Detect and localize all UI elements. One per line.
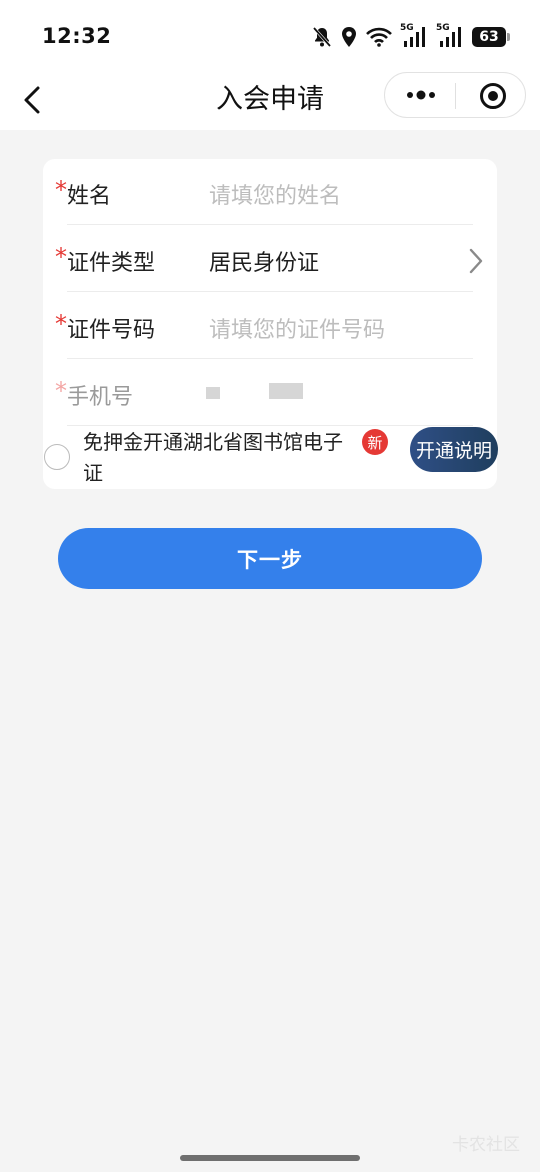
chevron-right-icon[interactable]	[467, 247, 485, 275]
nav-bar: 入会申请	[0, 72, 540, 130]
signal-icon: 5G	[400, 23, 428, 49]
explain-button[interactable]: 开通说明	[410, 427, 498, 472]
capsule-divider	[455, 83, 456, 109]
id-number-input[interactable]: 请填您的证件号码	[209, 312, 385, 344]
target-circle-icon[interactable]	[479, 82, 507, 110]
next-step-button[interactable]: 下一步	[58, 528, 482, 589]
agreement-text: 免押金开通湖北省图书馆电子证	[83, 430, 343, 485]
divider	[67, 291, 473, 292]
new-badge: 新	[362, 429, 388, 455]
battery-icon: 63	[472, 27, 510, 47]
required-mark: *	[55, 243, 67, 271]
status-bar: 12:32 5G 5G 63	[0, 0, 540, 72]
status-icons: 5G 5G 63	[312, 23, 510, 50]
redacted-phone-part	[269, 383, 303, 399]
home-indicator[interactable]	[180, 1155, 360, 1161]
redacted-phone-part	[206, 387, 220, 399]
required-mark: *	[55, 310, 67, 338]
location-icon	[342, 27, 356, 47]
agreement-radio[interactable]	[44, 444, 70, 470]
id-type-label: 证件类型	[67, 251, 156, 276]
divider	[67, 224, 473, 225]
divider	[67, 358, 473, 359]
id-number-label: 证件号码	[67, 318, 156, 343]
phone-label: 手机号	[67, 385, 134, 410]
id-type-field[interactable]: * 证件类型 居民身份证	[43, 226, 497, 292]
mini-program-capsule	[384, 72, 526, 118]
required-mark: *	[55, 377, 67, 405]
bell-off-icon	[312, 27, 332, 47]
status-time: 12:32	[42, 24, 112, 48]
application-form: * 姓名 请填您的姓名 * 证件类型 居民身份证 * 证件号码 请填您的证件号码…	[43, 159, 498, 489]
signal-icon: 5G	[436, 23, 464, 49]
divider	[67, 425, 473, 426]
name-label: 姓名	[67, 184, 112, 209]
name-field[interactable]: * 姓名 请填您的姓名	[43, 159, 497, 225]
id-type-select[interactable]: 居民身份证	[209, 245, 319, 277]
watermark: 卡农社区	[452, 1135, 520, 1155]
more-dots-icon[interactable]	[405, 83, 439, 107]
wifi-icon	[366, 27, 392, 47]
id-number-field[interactable]: * 证件号码 请填您的证件号码	[43, 293, 497, 359]
required-mark: *	[55, 176, 67, 204]
name-input[interactable]: 请填您的姓名	[209, 178, 341, 210]
